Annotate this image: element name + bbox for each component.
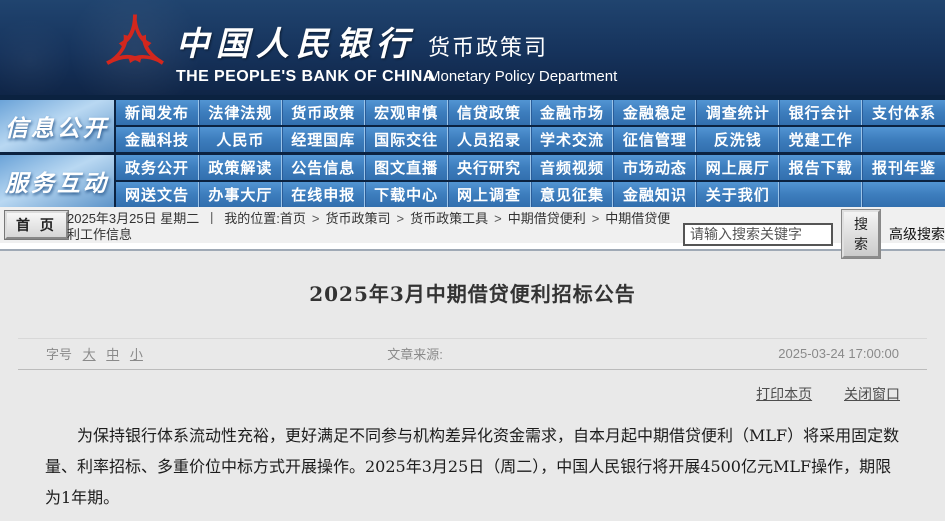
nav-item[interactable]: 国际交往: [364, 127, 448, 152]
nav-item[interactable]: 网上调查: [447, 182, 531, 207]
nav-grid: 新闻发布 法律法规 货币政策 宏观审慎 信贷政策 金融市场 金融稳定 调查统计 银行会计 支付体系…: [116, 100, 945, 152]
article-body: 为保持银行体系流动性充裕，更好满足不同参与机构差异化资金需求，自本月起中期借贷便…: [45, 426, 900, 507]
bank-name-en: THE PEOPLE'S BANK OF CHINA: [176, 68, 435, 85]
site-header: 人 人 人 中国人民银行 THE PEOPLE'S BANK OF CHINA …: [0, 0, 945, 95]
nav-item[interactable]: 金融科技: [116, 127, 199, 152]
nav-item[interactable]: 关于我们: [696, 182, 780, 207]
nav-item[interactable]: 金融稳定: [613, 100, 697, 125]
nav-item[interactable]: 法律法规: [198, 100, 282, 125]
breadcrumb-separator: >: [494, 211, 502, 226]
nav-item[interactable]: 网上展厅: [696, 155, 780, 180]
search-area: 搜索 高级搜索: [683, 209, 945, 259]
font-size-label: 字号: [46, 347, 73, 362]
bank-name-cn: 中国人民银行: [176, 24, 416, 63]
font-size-small-link[interactable]: 小: [130, 347, 143, 362]
nav-item: [779, 182, 863, 207]
search-input[interactable]: [683, 222, 833, 246]
department-title-block: 货币政策司 Monetary Policy Department: [428, 30, 617, 85]
font-size-medium-link[interactable]: 中: [106, 347, 119, 362]
breadcrumb-separator: >: [591, 211, 600, 226]
nav-item[interactable]: 宏观审慎: [364, 100, 448, 125]
nav-item[interactable]: 报刊年鉴: [862, 155, 945, 180]
nav-item[interactable]: 政策解读: [198, 155, 282, 180]
breadcrumb: 2025年3月25日 星期二丨我的位置:首页 > 货币政策司 > 货币政策工具 > 中期借贷…: [67, 211, 679, 243]
nav-item[interactable]: 音频视频: [530, 155, 614, 180]
breadcrumb-location[interactable]: 我的位置:首页: [224, 211, 306, 226]
nav-item[interactable]: 央行研究: [447, 155, 531, 180]
print-page-link[interactable]: 打印本页: [756, 386, 812, 402]
nav-section-label[interactable]: 信息公开: [0, 100, 114, 152]
breadcrumb-item[interactable]: 货币政策工具: [410, 211, 488, 226]
nav-item[interactable]: 支付体系: [862, 100, 945, 125]
nav-item[interactable]: 报告下载: [779, 155, 863, 180]
nav-item[interactable]: 人员招录: [447, 127, 531, 152]
department-name-en: Monetary Policy Department: [428, 68, 618, 85]
breadcrumb-separator: >: [311, 211, 320, 226]
nav-item[interactable]: 党建工作: [779, 127, 863, 152]
nav-item[interactable]: 货币政策: [281, 100, 365, 125]
main-nav: 信息公开 新闻发布 法律法规 货币政策 宏观审慎 信贷政策 金融市场 金融稳定 调查统计 银行会计…: [0, 95, 945, 207]
nav-item[interactable]: 金融市场: [530, 100, 614, 125]
nav-item[interactable]: 反洗钱: [696, 127, 780, 152]
font-size-large-link[interactable]: 大: [83, 347, 96, 362]
article-source-label: 文章来源:: [387, 347, 443, 362]
nav-item: [862, 182, 945, 207]
nav-item[interactable]: 人民币: [198, 127, 282, 152]
nav-item[interactable]: 征信管理: [613, 127, 697, 152]
department-name-cn: 货币政策司: [428, 35, 549, 60]
article-datetime: 2025-03-24 17:00:00: [778, 346, 899, 361]
nav-item[interactable]: 调查统计: [696, 100, 780, 125]
advanced-search-link[interactable]: 高级搜索: [889, 224, 945, 244]
nav-item[interactable]: 新闻发布: [116, 100, 199, 125]
nav-item[interactable]: 办事大厅: [198, 182, 282, 207]
nav-item[interactable]: 网送文告: [116, 182, 199, 207]
nav-section: 信息公开 新闻发布 法律法规 货币政策 宏观审慎 信贷政策 金融市场 金融稳定 调查统计 银行会计…: [0, 100, 945, 152]
nav-section-label[interactable]: 服务互动: [0, 155, 114, 207]
breadcrumb-date: 2025年3月25日 星期二: [67, 211, 200, 226]
breadcrumb-divider: 丨: [205, 211, 219, 226]
breadcrumb-item[interactable]: 中期借贷便利: [508, 211, 586, 226]
article-area: 2025年3月中期借贷便利招标公告 字号 大 中 小 文章来源: 2025-03…: [0, 278, 945, 521]
nav-item: [862, 127, 945, 152]
pboc-logo-icon: 人 人 人: [98, 11, 172, 83]
nav-item[interactable]: 学术交流: [530, 127, 614, 152]
article-actions-top: 打印本页 关闭窗口: [0, 384, 900, 404]
nav-item[interactable]: 图文直播: [364, 155, 448, 180]
font-size-controls: 字号 大 中 小: [46, 344, 387, 363]
close-window-link[interactable]: 关闭窗口: [844, 386, 900, 402]
home-button[interactable]: 首 页: [4, 210, 69, 240]
article-meta-row: 字号 大 中 小 文章来源: 2025-03-24 17:00:00: [18, 338, 927, 370]
nav-item[interactable]: 公告信息: [281, 155, 365, 180]
breadcrumb-item[interactable]: 货币政策司: [325, 211, 390, 226]
page: 人 人 人 中国人民银行 THE PEOPLE'S BANK OF CHINA …: [0, 0, 945, 521]
search-button[interactable]: 搜索: [841, 209, 881, 259]
breadcrumb-separator: >: [396, 211, 405, 226]
nav-item[interactable]: 在线申报: [281, 182, 365, 207]
nav-item[interactable]: 市场动态: [613, 155, 697, 180]
nav-item[interactable]: 银行会计: [779, 100, 863, 125]
nav-item[interactable]: 金融知识: [613, 182, 697, 207]
breadcrumb-bar: 首 页 2025年3月25日 星期二丨我的位置:首页 > 货币政策司 > 货币政策工具 >…: [0, 207, 945, 259]
page-title: 2025年3月中期借贷便利招标公告: [309, 282, 636, 306]
nav-item[interactable]: 经理国库: [281, 127, 365, 152]
bank-title-block: 中国人民银行 THE PEOPLE'S BANK OF CHINA: [176, 17, 435, 86]
nav-item[interactable]: 信贷政策: [447, 100, 531, 125]
nav-section: 服务互动 政务公开 政策解读 公告信息 图文直播 央行研究 音频视频 市场动态 网上展厅 报告下载…: [0, 155, 945, 207]
nav-grid: 政务公开 政策解读 公告信息 图文直播 央行研究 音频视频 市场动态 网上展厅 报告下载 报刊年鉴…: [116, 155, 945, 207]
nav-item[interactable]: 政务公开: [116, 155, 199, 180]
nav-item[interactable]: 意见征集: [530, 182, 614, 207]
nav-item[interactable]: 下载中心: [364, 182, 448, 207]
